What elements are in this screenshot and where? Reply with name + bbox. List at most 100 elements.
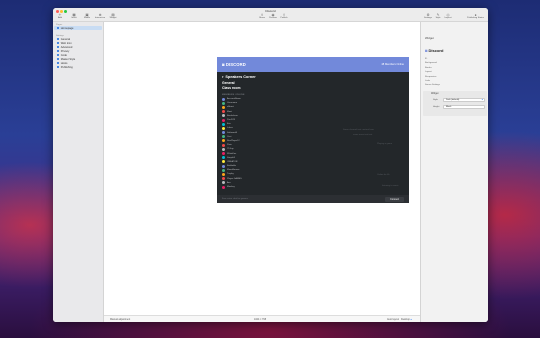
inspector-title: ◙ Discord — [425, 48, 444, 53]
member-name: AccountName — [227, 98, 241, 101]
add-button[interactable]: ＋ Add — [53, 13, 67, 19]
members-online-count: 48 Members Online — [381, 63, 404, 66]
member-name: Pixie — [227, 144, 232, 147]
members-section-header: MEMBERS ONLINE — [222, 94, 245, 96]
member-name: aBeast — [227, 106, 234, 109]
widget-header: ◙ DISCORD 48 Members Online — [217, 57, 409, 72]
avatar — [222, 126, 225, 130]
master-style-icon — [57, 57, 60, 61]
sidebar-item-publishing[interactable]: Publishing — [54, 65, 102, 69]
inspector-fields: ID Background Border Layout Responsive L… — [425, 57, 485, 88]
code-icon — [57, 53, 60, 57]
member-name: IT Guy — [227, 148, 234, 151]
general-icon — [57, 37, 60, 41]
member-name: Lukas — [227, 127, 233, 130]
avatar — [222, 131, 225, 135]
avatar — [222, 114, 225, 118]
device-selector[interactable]: Desktop ● — [401, 318, 412, 321]
activity-text: Online for 4h — [377, 174, 390, 176]
member-name: Player GAMES — [227, 177, 242, 180]
media-button[interactable]: ▣ Media — [80, 13, 94, 19]
interactive-button[interactable]: ⊕ Interactive — [93, 13, 107, 19]
activity-text: Some channel text content here — [343, 129, 374, 131]
member-name: WhiteFox — [227, 152, 237, 155]
member-name: Ace — [227, 181, 231, 184]
avatar — [222, 122, 225, 126]
widget-settings-box: Widget Style Dark (default) ● Height Bloc… — [423, 91, 487, 116]
hosts-icon — [57, 61, 60, 65]
avatar — [222, 143, 225, 147]
channel-item[interactable]: General — [222, 81, 404, 85]
style-select[interactable]: Dark (default) ● — [443, 97, 485, 102]
activity-text: listening to music — [382, 185, 399, 187]
privacy-icon — [57, 49, 60, 53]
publish-toolbar-button[interactable]: ⇧ Publish — [277, 13, 291, 19]
avatar — [222, 147, 225, 151]
avatar — [222, 118, 225, 122]
widget-hint: Free voice chat for gamers — [222, 198, 249, 200]
member-name: Buildable — [227, 165, 236, 168]
web-icon-icon — [57, 41, 60, 45]
activity-text: Playing a game — [377, 143, 393, 145]
avatar — [222, 181, 225, 185]
inspector-section: Widget — [425, 36, 434, 40]
member-name: CREATOR — [227, 160, 238, 163]
avatar — [222, 185, 225, 189]
device-toggle-icon: ● — [410, 318, 412, 321]
height-select[interactable]: Block — [443, 104, 485, 109]
avatar — [222, 101, 225, 105]
member-name: Erin — [227, 123, 231, 126]
advanced-icon — [57, 45, 60, 49]
avatar — [222, 172, 225, 176]
avatar — [222, 177, 225, 181]
inspector-panel: Widget ◙ Discord ID Background Border La… — [420, 22, 488, 322]
member-name: Username — [227, 102, 238, 105]
discord-widget[interactable]: ◙ DISCORD 48 Members Online ◐ Speakers C… — [217, 57, 409, 203]
avatar — [222, 97, 225, 101]
server-name: ◐ Speakers Corner — [222, 75, 256, 79]
member-name: Moot — [227, 110, 232, 113]
avatar — [222, 164, 225, 168]
publishing-status[interactable]: ● Publishing Status — [463, 13, 488, 19]
settings-box-title: Widget — [431, 92, 439, 95]
canvas-size: 1024 × 768 — [254, 318, 267, 321]
avatar — [222, 105, 225, 109]
channel-item[interactable]: Class room — [222, 86, 404, 90]
style-label: Style — [433, 99, 438, 101]
status-left: Manual adjustment — [110, 318, 131, 321]
member-name: Yeet — [227, 135, 232, 138]
publishing-icon — [57, 65, 60, 69]
connect-button[interactable]: Connect — [385, 196, 404, 202]
member-name: Bookslover — [227, 114, 238, 117]
app-window: Discord ＋ Add ▦ Insert ▣ Media ⊕ Interactive… — [53, 8, 488, 322]
avatar — [222, 160, 225, 164]
member-name: Paul123 — [227, 119, 236, 122]
widget-button[interactable]: ▤ Widget — [106, 13, 120, 19]
field-server-settings[interactable]: Server Settings — [425, 83, 485, 87]
height-label: Height — [433, 106, 440, 108]
discord-logo: ◙ DISCORD — [222, 62, 246, 67]
member-item[interactable]: Monkey — [222, 185, 404, 189]
titlebar: Discord ＋ Add ▦ Insert ▣ Media ⊕ Interactive… — [53, 8, 488, 22]
member-name: Monkey — [227, 186, 235, 189]
member-name: StarPlayer12 — [227, 139, 240, 142]
avatar — [222, 152, 225, 156]
avatar — [222, 168, 225, 172]
chevron-down-icon: ● — [481, 98, 483, 101]
widget-footer: Free voice chat for gamers Connect — [217, 195, 409, 203]
activity-text: some more text text — [353, 134, 373, 136]
page-icon — [57, 26, 60, 30]
sidebar: Pages Homepage Settings General Web Icon… — [53, 22, 104, 322]
status-bar: Manual adjustment 1024 × 768 Auto layout… — [104, 315, 420, 322]
avatar — [222, 139, 225, 143]
sidebar-item-homepage[interactable]: Homepage — [54, 26, 102, 30]
member-name: SimpleX — [227, 156, 236, 159]
avatar — [222, 156, 225, 160]
layout-label: Auto layout — [387, 318, 399, 321]
member-name: Trophy — [227, 173, 234, 176]
insert-button[interactable]: ▦ Insert — [67, 13, 81, 19]
member-name: SoftwareB — [227, 131, 238, 134]
page-canvas[interactable]: ◙ DISCORD 48 Members Online ◐ Speakers C… — [104, 22, 420, 315]
avatar — [222, 135, 225, 139]
inspect-button[interactable]: ◎ Inspect — [441, 13, 455, 19]
